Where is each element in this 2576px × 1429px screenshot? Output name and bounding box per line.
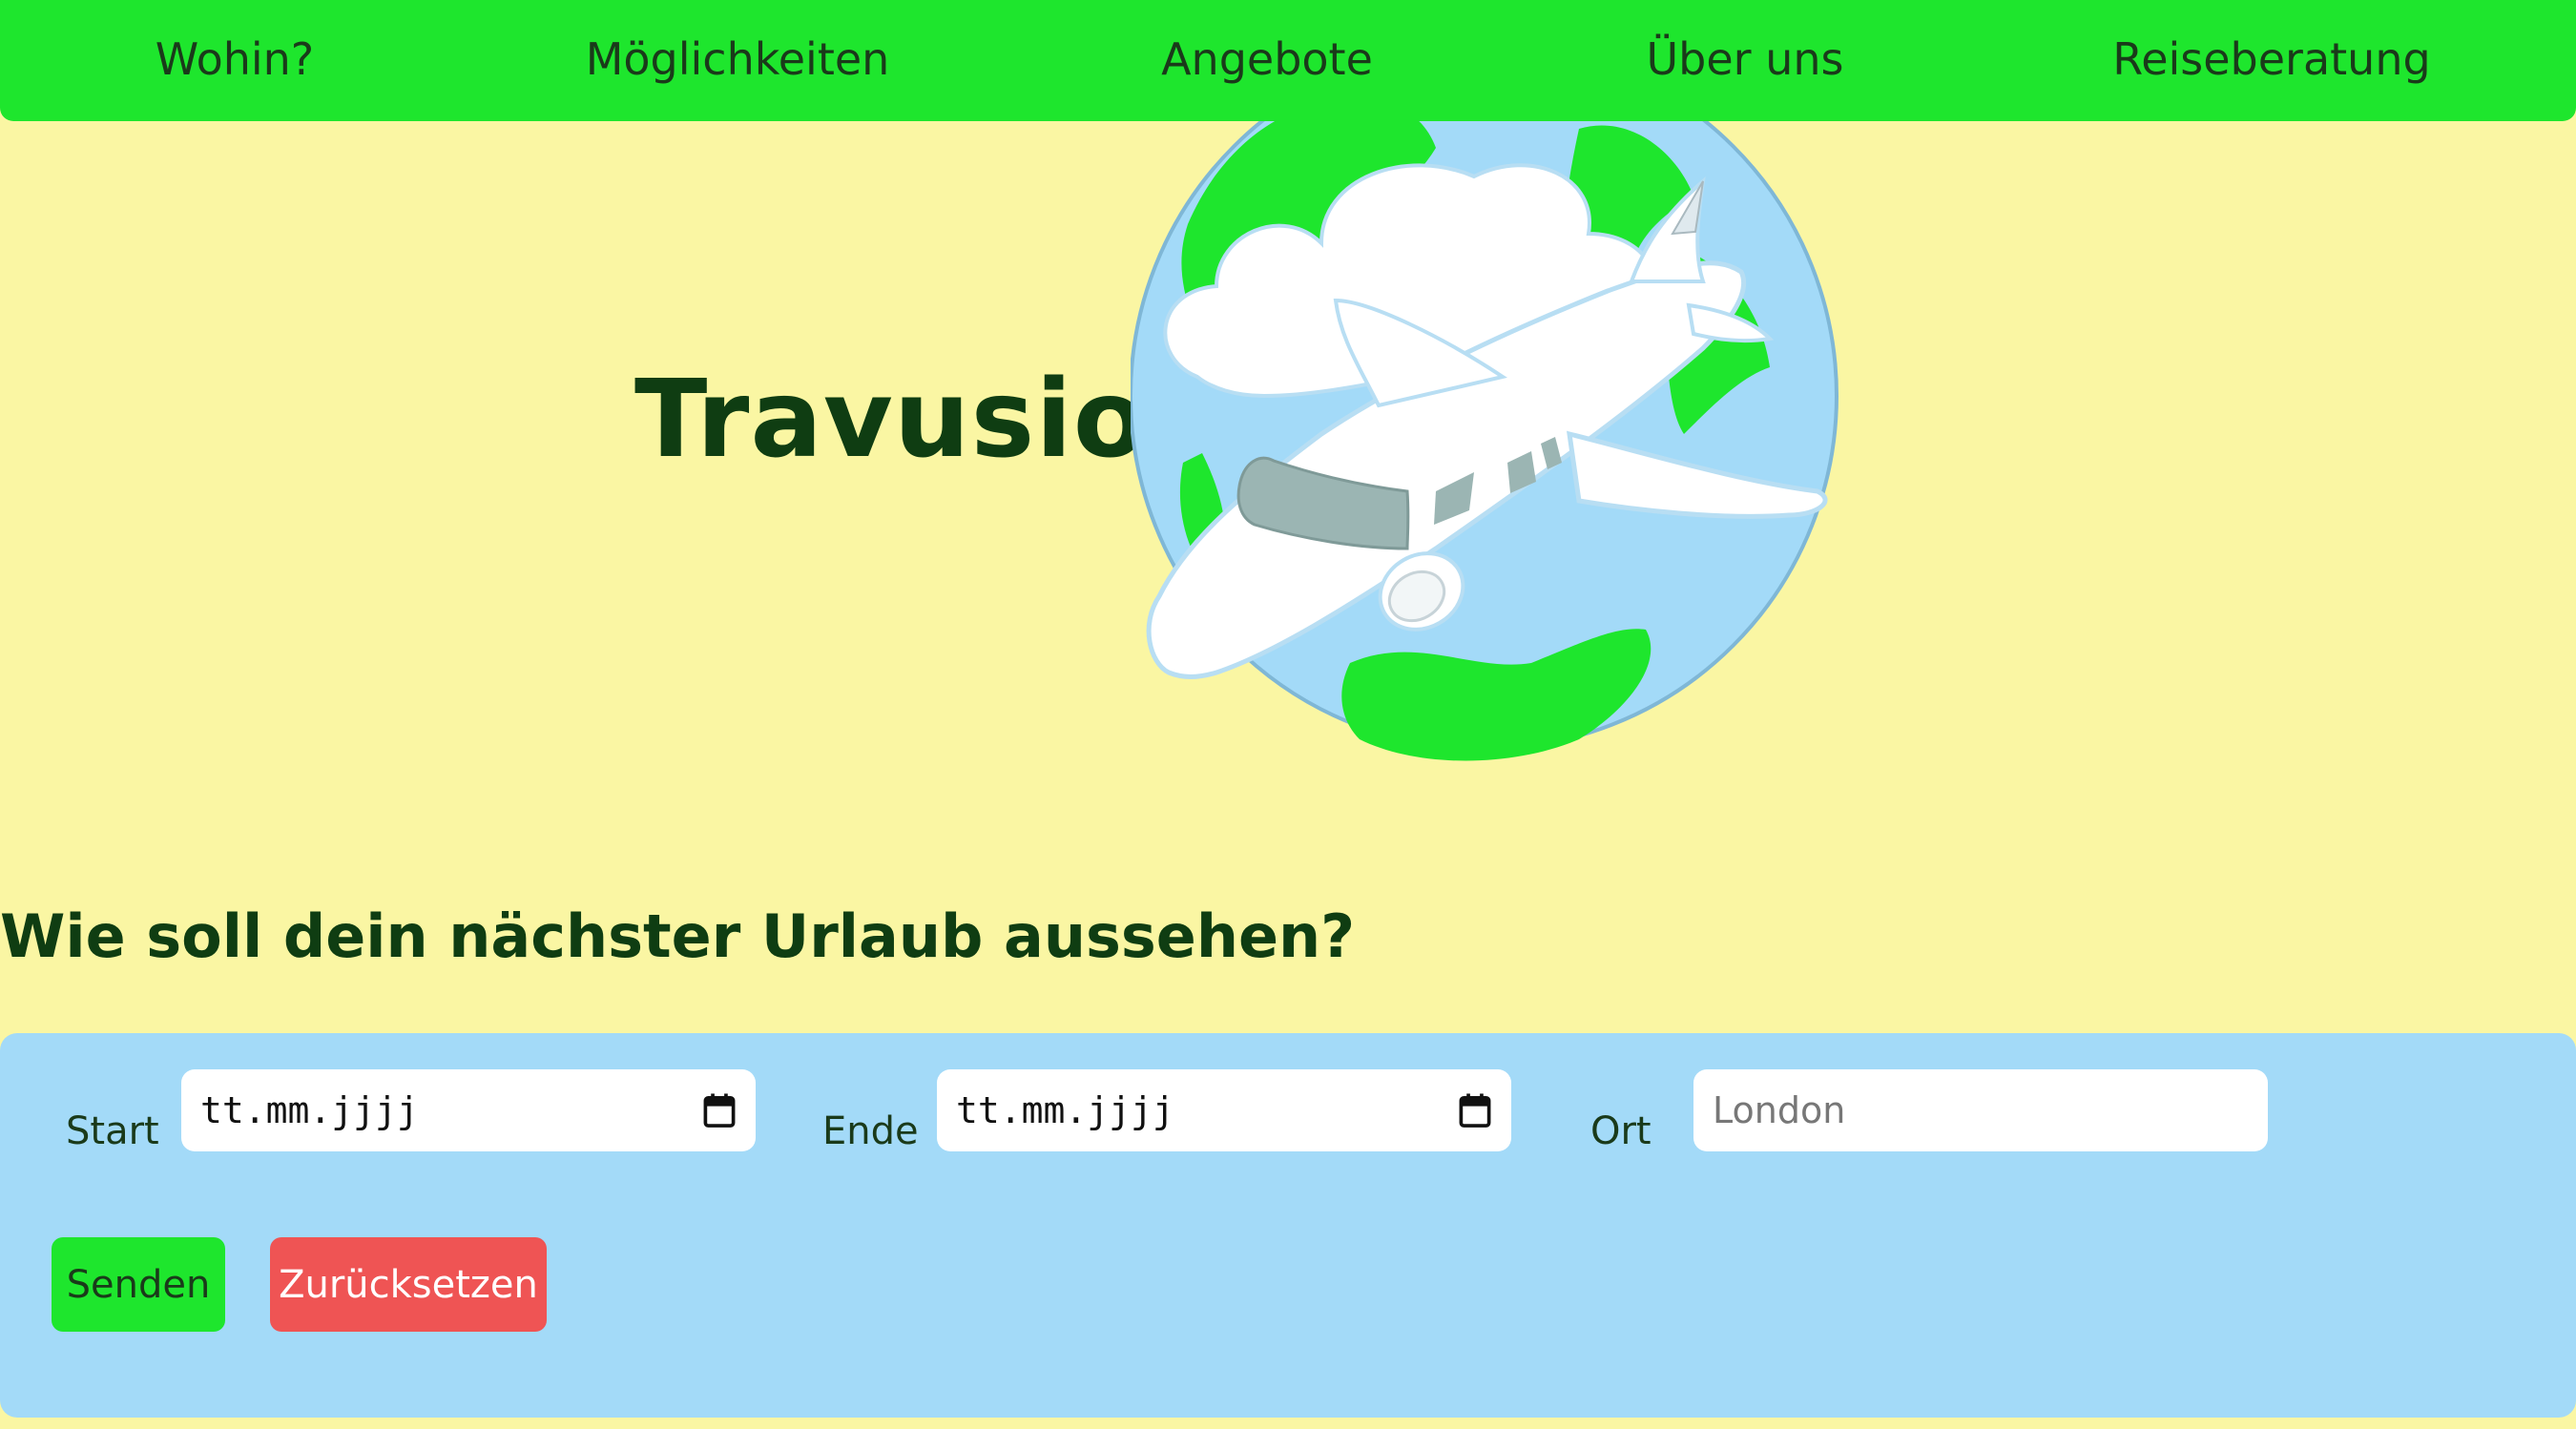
page-headline: Wie soll dein nächster Urlaub aussehen? bbox=[0, 901, 1356, 971]
place-input[interactable]: London bbox=[1693, 1069, 2268, 1151]
end-date-input[interactable]: tt.mm.jjjj bbox=[937, 1069, 1511, 1151]
nav-item-moeglichkeiten[interactable]: Möglichkeiten bbox=[586, 0, 890, 121]
place-label: Ort bbox=[1590, 1109, 1652, 1153]
nav-item-reiseberatung[interactable]: Reiseberatung bbox=[2112, 0, 2430, 121]
reset-button[interactable]: Zurücksetzen bbox=[270, 1237, 547, 1332]
nav-item-wohin[interactable]: Wohin? bbox=[156, 0, 314, 121]
nav-item-angebote[interactable]: Angebote bbox=[1161, 0, 1373, 121]
globe-airplane-icon bbox=[1131, 91, 1839, 761]
nav-item-ueber-uns[interactable]: Über uns bbox=[1647, 0, 1844, 121]
start-date-input[interactable]: tt.mm.jjjj bbox=[181, 1069, 756, 1151]
main-navigation: Wohin? Möglichkeiten Angebote Über uns R… bbox=[0, 0, 2576, 121]
start-date-value: tt.mm.jjjj bbox=[200, 1089, 419, 1131]
start-date-label: Start bbox=[66, 1109, 159, 1153]
end-date-label: Ende bbox=[822, 1109, 919, 1153]
calendar-icon[interactable] bbox=[702, 1092, 737, 1129]
calendar-icon[interactable] bbox=[1458, 1092, 1492, 1129]
travel-search-form: Start tt.mm.jjjj Ende tt.mm.jjjj Ort Lon… bbox=[0, 1033, 2576, 1418]
send-button[interactable]: Senden bbox=[52, 1237, 225, 1332]
place-placeholder: London bbox=[1713, 1089, 1846, 1131]
end-date-value: tt.mm.jjjj bbox=[956, 1089, 1174, 1131]
